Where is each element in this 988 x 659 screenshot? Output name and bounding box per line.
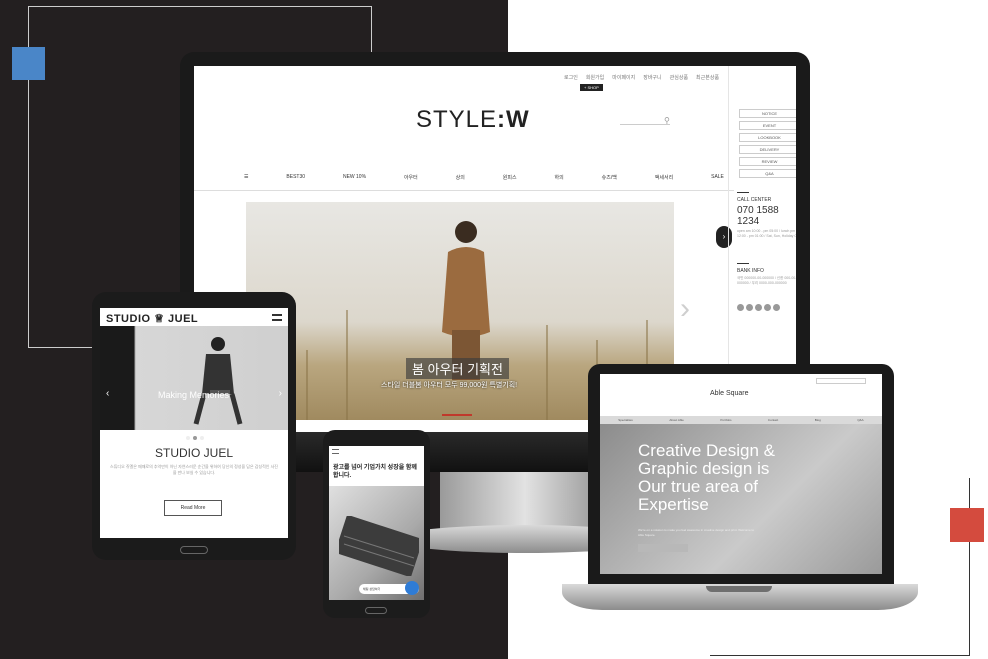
menu-item[interactable]: 아우터 — [404, 174, 418, 181]
top-link[interactable]: 장바구니 — [643, 74, 661, 81]
top-link[interactable]: 관심상품 — [670, 74, 688, 81]
phone-device: 광고를 넘어 기업가치 성장을 함께 합니다. 채팅 상담하기 — [323, 430, 430, 618]
tablet-description: 스튜디오 쥬엘은 때때로의 추억만이 아닌 자연스러운 순간을 위하여 당신의 … — [110, 464, 278, 475]
laptop-menu-item[interactable]: Contact — [768, 416, 778, 424]
menu-item[interactable]: BEST30 — [286, 174, 305, 181]
call-center-title: CALL CENTER — [737, 192, 771, 203]
social-icon[interactable] — [737, 304, 744, 311]
phone-headline: 광고를 넘어 기업가치 성장을 함께 합니다. — [333, 465, 417, 479]
red-square — [950, 508, 984, 542]
laptop-hero-subtitle: We're on a mission to make you feel awes… — [638, 528, 755, 537]
top-link[interactable]: 최근본상품 — [696, 74, 719, 81]
top-links: 로그인 회원가입 마이페이지 장바구니 관심상품 최근본상품 — [564, 74, 719, 81]
grass-stroke — [346, 310, 348, 420]
sidebar-button[interactable]: DELIVERY — [739, 145, 796, 154]
monitor-stand — [440, 470, 610, 530]
menu-item[interactable]: 슈즈/백 — [602, 174, 617, 181]
bank-info-title: BANK INFO — [737, 263, 764, 274]
hero-title: 봄 아우터 기획전 — [406, 358, 509, 379]
laptop-menu-item[interactable]: Q&A — [857, 416, 863, 424]
tablet-hero[interactable]: Making Memories ‹ › — [100, 326, 288, 440]
social-icon[interactable] — [773, 304, 780, 311]
sidebar-button[interactable]: NOTICE — [739, 109, 796, 118]
phone-home-button[interactable] — [365, 607, 387, 614]
menu-item[interactable]: NEW 10% — [343, 174, 366, 181]
main-menu: ☰ BEST30 NEW 10% 아우터 상의 원피스 하의 슈즈/백 액세서리… — [244, 174, 724, 181]
hamburger-icon[interactable]: ☰ — [244, 174, 248, 181]
tablet-screen: STUDIO ♕ JUEL Making Memories ‹ › STUDIO… — [100, 308, 288, 538]
slider-indicator[interactable] — [442, 414, 472, 416]
collage: 로그인 회원가입 마이페이지 장바구니 관심상품 최근본상품 + SHOP ST… — [0, 0, 988, 659]
top-link[interactable]: 마이페이지 — [612, 74, 635, 81]
site-logo[interactable]: STYLE:W — [416, 106, 530, 134]
laptop-logo[interactable]: Able Square — [710, 390, 749, 397]
logo-light: STYLE — [416, 106, 498, 133]
laptop-device: Able Square Specialties About Able Portf… — [588, 364, 894, 584]
tablet-home-button[interactable] — [180, 546, 208, 554]
read-more-button[interactable]: Read More — [164, 500, 222, 516]
grass-stroke — [546, 325, 548, 420]
laptop-hero-button[interactable] — [638, 544, 688, 552]
sidebar-button[interactable]: REVIEW — [739, 157, 796, 166]
chevron-left-icon[interactable]: ‹ — [106, 388, 109, 399]
tablet-hero-text: Making Memories — [158, 390, 230, 400]
hamburger-icon[interactable] — [272, 314, 282, 321]
menu-item[interactable]: 상의 — [456, 174, 465, 181]
chevron-right-icon[interactable]: › — [680, 292, 690, 326]
grass-stroke — [306, 350, 308, 420]
sidebar-button[interactable]: EVENT — [739, 121, 796, 130]
top-link[interactable]: 회원가입 — [586, 74, 604, 81]
laptop-search-input[interactable] — [816, 378, 866, 384]
model-figure — [442, 221, 490, 380]
call-center-hours: open am 10:00 - pm 05:00 / lunch pm 12:0… — [737, 229, 796, 238]
search-icon[interactable]: ⚲ — [664, 116, 670, 125]
tablet-title: STUDIO JUEL — [154, 446, 233, 460]
phone-screen: 광고를 넘어 기업가치 성장을 함께 합니다. 채팅 상담하기 — [329, 446, 424, 600]
laptop-menu-item[interactable]: Portfolio — [720, 416, 731, 424]
social-icon[interactable] — [755, 304, 762, 311]
tablet-model-figure — [193, 337, 243, 425]
menu-divider — [194, 190, 734, 191]
chat-icon[interactable] — [405, 581, 419, 595]
social-icon[interactable] — [746, 304, 753, 311]
tablet-logo[interactable]: STUDIO ♕ JUEL — [106, 312, 198, 325]
blue-square — [12, 47, 45, 80]
laptop-menu-item[interactable]: Specialties — [618, 416, 633, 424]
menu-item[interactable]: 원피스 — [503, 174, 517, 181]
hamburger-icon[interactable] — [332, 449, 339, 454]
hero-subtitle: 스타일 더블봄 아우터 모두 99,000원 특별기획! — [381, 382, 518, 389]
chevron-right-icon[interactable]: › — [279, 388, 282, 399]
social-icon[interactable] — [764, 304, 771, 311]
social-icons — [737, 304, 796, 311]
shop-badge[interactable]: + SHOP — [580, 84, 603, 91]
sidebar-button[interactable]: Q&A — [739, 169, 796, 178]
laptop-hero-title: Creative Design & Graphic design is Our … — [638, 441, 776, 514]
laptop-notch — [706, 586, 772, 592]
logo-bold: :W — [497, 106, 530, 133]
laptop-screen: Able Square Specialties About Able Portf… — [600, 374, 882, 574]
laptop-menu-item[interactable]: About Able — [669, 416, 684, 424]
menu-item[interactable]: 하의 — [555, 174, 564, 181]
tablet-slider-dots[interactable] — [186, 436, 204, 440]
tablet-device: STUDIO ♕ JUEL Making Memories ‹ › STUDIO… — [92, 292, 296, 560]
top-link[interactable]: 로그인 — [564, 74, 578, 81]
bank-info-lines: 국민 000000-00-000000 / 신한 000-00-000000 /… — [737, 276, 796, 285]
menu-item[interactable]: 액세서리 — [655, 174, 673, 181]
laptop-menu: Specialties About Able Portfolio Contact… — [600, 416, 882, 424]
call-center-number: 070 1588 1234 — [737, 205, 779, 227]
menu-item[interactable]: SALE — [711, 174, 724, 181]
laptop-menu-item[interactable]: Blog — [815, 416, 821, 424]
sidebar-button[interactable]: LOOKBOOK — [739, 133, 796, 142]
search-input[interactable] — [620, 124, 670, 125]
keyboard-image — [339, 516, 419, 576]
